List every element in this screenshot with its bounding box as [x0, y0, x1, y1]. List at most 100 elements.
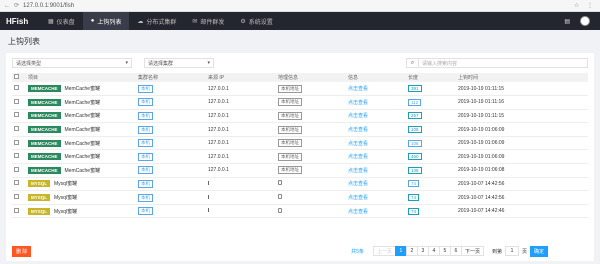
view-info-link[interactable]: 点击查看: [348, 168, 368, 174]
browser-toolbar-icons[interactable]: ☆ ⋮: [574, 2, 596, 9]
project-tag: MYSQL: [28, 207, 51, 215]
hook-time: 2019-10-07 14:42:46: [458, 208, 505, 215]
hook-time: 2019-10-19 01:11:15: [458, 112, 505, 119]
address-bar[interactable]: 127.0.0.1:9001/fish: [23, 3, 574, 9]
project-name: MemCache蜜罐: [64, 140, 101, 147]
menu-item-mail[interactable]: ✉ 邮件群发: [184, 12, 232, 30]
geo-empty: [278, 194, 282, 200]
cluster-select[interactable]: 请选择集群 ▾: [144, 58, 214, 68]
row-checkbox[interactable]: [14, 153, 19, 159]
hook-time: 2019-10-19 01:06:08: [458, 167, 505, 174]
source-ip-empty: [208, 194, 209, 199]
geo-badge: 本机地址: [278, 84, 302, 93]
chevron-down-icon: ▾: [207, 60, 210, 66]
menu-item-fish-list[interactable]: ● 上钩列表: [82, 12, 130, 30]
cluster-badge: 本机: [138, 98, 153, 107]
length-badge: 108: [408, 126, 422, 134]
source-ip: 127.0.0.1: [208, 140, 229, 147]
goto-page-input[interactable]: 1: [504, 246, 519, 256]
hook-time: 2019-10-19 01:11:16: [458, 99, 505, 106]
browser-bar: ← ⟳ 127.0.0.1:9001/fish ☆ ⋮: [0, 0, 600, 12]
main-menu: ▦ 仪表盘 ● 上钩列表 ☁ 分布式集群 ✉ 邮件群发 ⚙ 系统设置: [40, 12, 281, 30]
length-badge: 460: [408, 153, 422, 161]
project-tag: MYSQL: [28, 194, 51, 202]
view-info-link[interactable]: 点击查看: [348, 181, 368, 187]
view-info-link[interactable]: 点击查看: [348, 209, 368, 215]
project-tag: MEMCACHE: [28, 153, 61, 161]
geo-empty: [278, 207, 282, 213]
cluster-badge: 本机: [138, 179, 153, 188]
table-row: MYSQL Mysql蜜罐 本机 点击查看 74 2019-10-07 14:42:56: [12, 177, 588, 192]
menu-item-dashboard[interactable]: ▦ 仪表盘: [40, 12, 83, 30]
col-geo: 地理信息: [276, 73, 346, 82]
view-info-link[interactable]: 点击查看: [348, 100, 368, 106]
row-checkbox[interactable]: [14, 166, 19, 172]
col-time: 上钩时间: [456, 73, 588, 82]
length-badge: 112: [408, 98, 422, 106]
type-select[interactable]: 请选择类型 ▾: [12, 58, 132, 68]
view-info-link[interactable]: 点击查看: [348, 127, 368, 133]
row-checkbox[interactable]: [14, 194, 19, 200]
menu-item-cluster[interactable]: ☁ 分布式集群: [129, 12, 184, 30]
geo-badge: 本机地址: [278, 125, 302, 134]
hook-time: 2019-10-07 14:42:56: [458, 180, 505, 187]
view-info-link[interactable]: 点击查看: [348, 86, 368, 92]
page-title: 上钩列表: [8, 37, 40, 46]
geo-empty: [278, 180, 282, 186]
source-ip: 127.0.0.1: [208, 112, 229, 119]
confirm-button[interactable]: 确定: [529, 245, 548, 257]
row-checkbox[interactable]: [14, 207, 19, 213]
row-checkbox[interactable]: [14, 85, 19, 91]
table-row: MEMCACHE MemCache蜜罐 本机 127.0.0.1 本机地址 点击查看 460…: [12, 149, 588, 165]
avatar[interactable]: [580, 16, 590, 26]
delete-button[interactable]: 删 除: [12, 245, 32, 257]
source-ip: 127.0.0.1: [208, 167, 229, 174]
table-row: MEMCACHE MemCache蜜罐 本机 127.0.0.1 本机地址 点击查看 108…: [12, 122, 588, 137]
length-badge: 74: [408, 207, 420, 215]
view-info-link[interactable]: 点击查看: [348, 154, 368, 160]
table-row: MEMCACHE MemCache蜜罐 本机 127.0.0.1 本机地址 点击查看 112…: [12, 95, 588, 110]
source-ip: 127.0.0.1: [208, 99, 229, 106]
user-icon: ●: [90, 18, 95, 24]
next-page-button[interactable]: 下一页: [460, 246, 484, 256]
reload-icon[interactable]: ⟳: [14, 2, 19, 9]
project-name: MemCache蜜罐: [64, 113, 101, 120]
row-checkbox[interactable]: [14, 98, 19, 104]
row-checkbox[interactable]: [14, 126, 19, 132]
hook-time: 2019-10-19 01:06:09: [458, 140, 505, 147]
length-badge: 108: [408, 139, 422, 147]
length-badge: 74: [408, 194, 420, 202]
menu-item-settings[interactable]: ⚙ 系统设置: [232, 12, 280, 30]
page-unit-label: 页: [521, 248, 527, 255]
length-badge: 74: [408, 180, 420, 188]
row-checkbox[interactable]: [14, 112, 19, 118]
project-name: MemCache蜜罐: [64, 154, 101, 161]
row-checkbox[interactable]: [14, 139, 19, 145]
geo-badge: 本机地址: [278, 139, 302, 148]
geo-badge: 本机地址: [278, 166, 302, 175]
source-ip: 127.0.0.1: [208, 153, 229, 160]
search-input[interactable]: 请输入搜索内容: [418, 58, 588, 68]
col-info: 信息: [346, 73, 406, 82]
project-tag: MEMCACHE: [28, 112, 61, 120]
view-info-link[interactable]: 点击查看: [348, 195, 368, 201]
view-info-link[interactable]: 点击查看: [348, 113, 368, 119]
project-name: Mysql蜜罐: [54, 181, 78, 188]
project-name: MemCache蜜罐: [64, 99, 101, 106]
back-icon[interactable]: ←: [4, 3, 10, 9]
hook-time: 2019-10-19 01:06:09: [458, 153, 505, 160]
project-name: MemCache蜜罐: [64, 127, 101, 134]
project-tag: MYSQL: [28, 180, 51, 188]
mail-icon: ✉: [192, 18, 198, 25]
prev-page-button[interactable]: 上一页: [372, 246, 396, 256]
cluster-badge: 本机: [138, 207, 153, 216]
fish-table: 项目 集群名称 来源 IP 地理信息 信息 长度 上钩时间 MEMCACHE Me…: [12, 73, 588, 219]
chat-icon[interactable]: ▤: [564, 18, 570, 25]
project-name: MemCache蜜罐: [64, 167, 101, 174]
select-all-checkbox[interactable]: [14, 74, 19, 79]
project-tag: MEMCACHE: [28, 98, 61, 106]
view-info-link[interactable]: 点击查看: [348, 141, 368, 147]
row-checkbox[interactable]: [14, 180, 19, 186]
list-card: 请选择类型 ▾ 请选择集群 ▾ ⌕ 请输入搜索内容 项目 集群名称 来源 IP 地理…: [6, 53, 594, 261]
search-icon[interactable]: ⌕: [406, 58, 418, 68]
